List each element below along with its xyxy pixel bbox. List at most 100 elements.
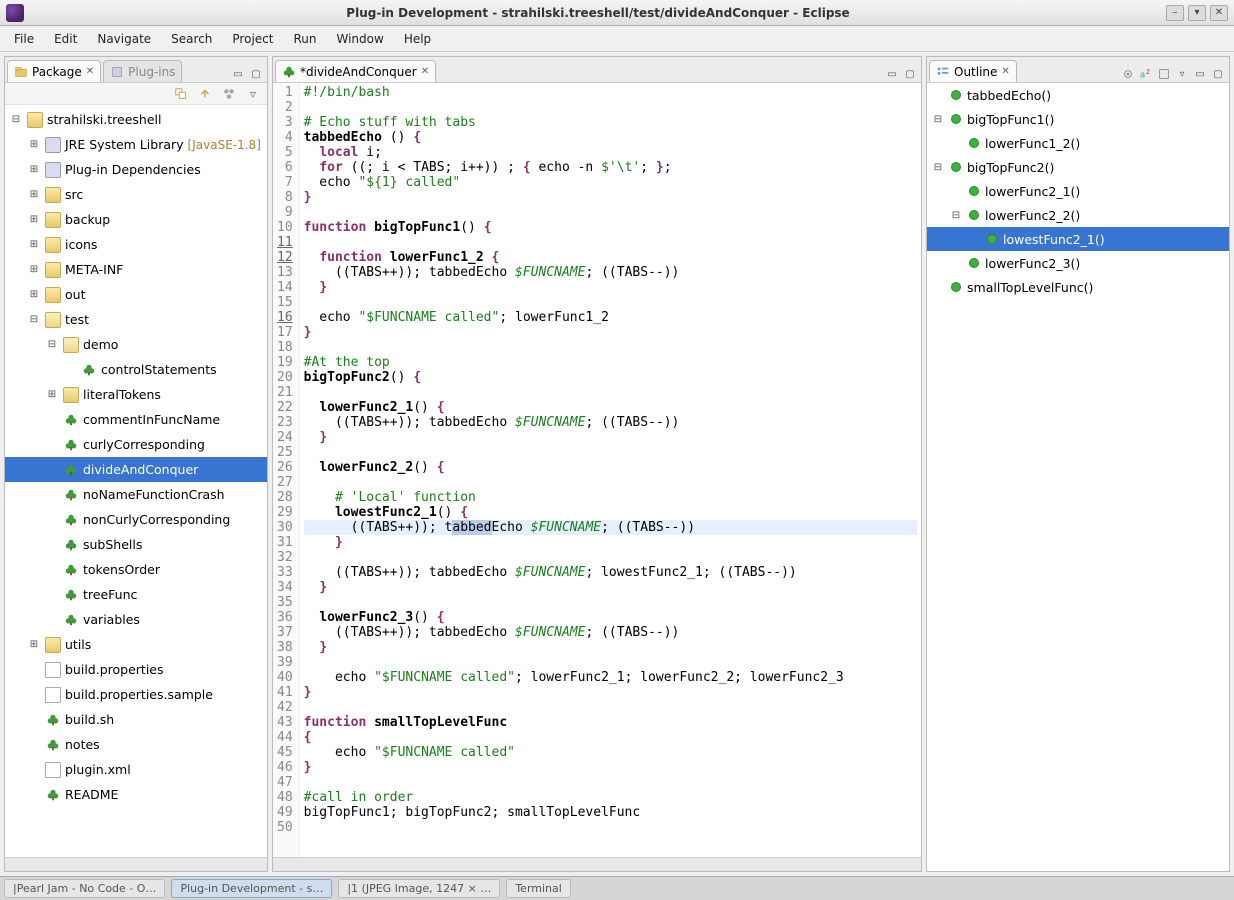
tree-item-backup[interactable]: ⊞backup xyxy=(5,207,267,232)
outline-item-lowerfunc2-3-[interactable]: lowerFunc2_3() xyxy=(927,251,1229,275)
tree-item-variables[interactable]: variables xyxy=(5,607,267,632)
expander-icon[interactable]: ⊞ xyxy=(27,639,41,650)
code-line[interactable]: } xyxy=(304,760,917,775)
tree-item-build-properties-sample[interactable]: build.properties.sample xyxy=(5,682,267,707)
maximize-view-button[interactable]: ▢ xyxy=(1210,66,1226,82)
horizontal-scrollbar[interactable] xyxy=(5,857,267,871)
code-line[interactable] xyxy=(304,100,917,115)
view-menu-icon[interactable]: ▿ xyxy=(1174,66,1190,82)
tree-item-plug-in-dependencies[interactable]: ⊞Plug-in Dependencies xyxy=(5,157,267,182)
tree-item-notes[interactable]: notes xyxy=(5,732,267,757)
outline-item-tabbedecho-[interactable]: tabbedEcho() xyxy=(927,83,1229,107)
menu-file[interactable]: File xyxy=(6,28,42,50)
expander-icon[interactable]: ⊟ xyxy=(45,339,59,350)
taskbar-item[interactable]: Terminal xyxy=(506,879,571,898)
code-line[interactable] xyxy=(304,385,917,400)
code-line[interactable] xyxy=(304,445,917,460)
code-line[interactable]: } xyxy=(304,640,917,655)
tree-item-src[interactable]: ⊞src xyxy=(5,182,267,207)
code-line[interactable] xyxy=(304,205,917,220)
sort-icon[interactable]: az xyxy=(1138,66,1154,82)
code-line[interactable]: ((TABS++)); tabbedEcho $FUNCNAME; ((TABS… xyxy=(304,625,917,640)
menu-window[interactable]: Window xyxy=(328,28,391,50)
code-line[interactable] xyxy=(304,700,917,715)
code-line[interactable]: echo "$FUNCNAME called"; lowerFunc1_2 xyxy=(304,310,917,325)
code-line[interactable]: for ((; i < TABS; i++)) ; { echo -n $'\t… xyxy=(304,160,917,175)
maximize-view-button[interactable]: ▢ xyxy=(902,66,918,82)
code-line[interactable]: bigTopFunc2() { xyxy=(304,370,917,385)
minimize-button[interactable]: – xyxy=(1166,5,1184,21)
code-line[interactable]: echo "$FUNCNAME called" xyxy=(304,745,917,760)
tree-item-icons[interactable]: ⊞icons xyxy=(5,232,267,257)
tree-item-curlycorresponding[interactable]: curlyCorresponding xyxy=(5,432,267,457)
tree-item-strahilski-treeshell[interactable]: ⊟strahilski.treeshell xyxy=(5,107,267,132)
tree-item-subshells[interactable]: subShells xyxy=(5,532,267,557)
tree-item-jre-system-library[interactable]: ⊞JRE System Library[JavaSE-1.8] xyxy=(5,132,267,157)
code-line[interactable] xyxy=(304,295,917,310)
code-line[interactable]: bigTopFunc1; bigTopFunc2; smallTopLevelF… xyxy=(304,805,917,820)
collapse-all-icon[interactable] xyxy=(173,86,189,102)
menu-search[interactable]: Search xyxy=(163,28,220,50)
code-line[interactable] xyxy=(304,340,917,355)
outline-item-bigtopfunc1-[interactable]: ⊟bigTopFunc1() xyxy=(927,107,1229,131)
code-line[interactable]: ((TABS++)); tabbedEcho $FUNCNAME; ((TABS… xyxy=(304,520,917,535)
tab-outline[interactable]: Outline ✕ xyxy=(929,60,1017,82)
outline-item-lowestfunc2-1-[interactable]: lowestFunc2_1() xyxy=(927,227,1229,251)
outline-item-lowerfunc2-1-[interactable]: lowerFunc2_1() xyxy=(927,179,1229,203)
expander-icon[interactable]: ⊟ xyxy=(931,162,945,173)
horizontal-scrollbar[interactable] xyxy=(273,857,921,871)
code-line[interactable]: } xyxy=(304,580,917,595)
expander-icon[interactable]: ⊟ xyxy=(27,314,41,325)
code-line[interactable]: echo "${1} called" xyxy=(304,175,917,190)
filters-icon[interactable] xyxy=(221,86,237,102)
menu-edit[interactable]: Edit xyxy=(46,28,85,50)
expander-icon[interactable]: ⊞ xyxy=(27,239,41,250)
taskbar-item[interactable]: Plug-in Development - s… xyxy=(171,879,332,898)
expander-icon[interactable]: ⊞ xyxy=(27,289,41,300)
tree-item-treefunc[interactable]: treeFunc xyxy=(5,582,267,607)
code-line[interactable]: # Echo stuff with tabs xyxy=(304,115,917,130)
close-icon[interactable]: ✕ xyxy=(86,66,94,77)
code-line[interactable]: echo "$FUNCNAME called"; lowerFunc2_1; l… xyxy=(304,670,917,685)
expander-icon[interactable]: ⊞ xyxy=(27,139,41,150)
outline-tree[interactable]: tabbedEcho()⊟bigTopFunc1()lowerFunc1_2()… xyxy=(927,83,1229,871)
maximize-view-button[interactable]: ▢ xyxy=(248,66,264,82)
minimize-view-button[interactable]: ▭ xyxy=(230,66,246,82)
menu-help[interactable]: Help xyxy=(396,28,439,50)
code-line[interactable]: #!/bin/bash xyxy=(304,85,917,100)
code-line[interactable]: ((TABS++)); tabbedEcho $FUNCNAME; ((TABS… xyxy=(304,265,917,280)
tree-item-nonamefunctioncrash[interactable]: noNameFunctionCrash xyxy=(5,482,267,507)
close-button[interactable]: ✕ xyxy=(1210,5,1228,21)
package-explorer-tree[interactable]: ⊟strahilski.treeshell⊞JRE System Library… xyxy=(5,105,267,857)
tree-item-utils[interactable]: ⊞utils xyxy=(5,632,267,657)
tab-package-explorer[interactable]: Package ✕ xyxy=(7,60,101,82)
tree-item-noncurlycorresponding[interactable]: nonCurlyCorresponding xyxy=(5,507,267,532)
code-line[interactable]: function bigTopFunc1() { xyxy=(304,220,917,235)
code-editor[interactable]: 1234567891011121314151617181920212223242… xyxy=(273,83,921,857)
code-line[interactable]: } xyxy=(304,430,917,445)
taskbar-item[interactable]: |1 (JPEG Image, 1247 × … xyxy=(338,879,500,898)
minimize-view-button[interactable]: ▭ xyxy=(884,66,900,82)
outline-item-lowerfunc1-2-[interactable]: lowerFunc1_2() xyxy=(927,131,1229,155)
tree-item-divideandconquer[interactable]: divideAndConquer xyxy=(5,457,267,482)
menu-run[interactable]: Run xyxy=(285,28,324,50)
code-line[interactable]: #call in order xyxy=(304,790,917,805)
code-line[interactable] xyxy=(304,550,917,565)
code-line[interactable]: #At the top xyxy=(304,355,917,370)
tree-item-build-sh[interactable]: build.sh xyxy=(5,707,267,732)
tab-plugins[interactable]: Plug-ins xyxy=(103,60,182,82)
expander-icon[interactable]: ⊟ xyxy=(931,114,945,125)
focus-icon[interactable] xyxy=(1120,66,1136,82)
minimize-view-button[interactable]: ▭ xyxy=(1192,66,1208,82)
code-line[interactable]: } xyxy=(304,685,917,700)
code-line[interactable]: } xyxy=(304,280,917,295)
code-line[interactable]: ((TABS++)); tabbedEcho $FUNCNAME; ((TABS… xyxy=(304,415,917,430)
code-line[interactable]: local i; xyxy=(304,145,917,160)
code-line[interactable] xyxy=(304,775,917,790)
code-line[interactable]: lowestFunc2_1() { xyxy=(304,505,917,520)
taskbar-item[interactable]: |Pearl Jam - No Code - O… xyxy=(4,879,165,898)
code-line[interactable] xyxy=(304,235,917,250)
tree-item-plugin-xml[interactable]: plugin.xml xyxy=(5,757,267,782)
outline-item-smalltoplevelfunc-[interactable]: smallTopLevelFunc() xyxy=(927,275,1229,299)
expander-icon[interactable]: ⊟ xyxy=(9,114,23,125)
